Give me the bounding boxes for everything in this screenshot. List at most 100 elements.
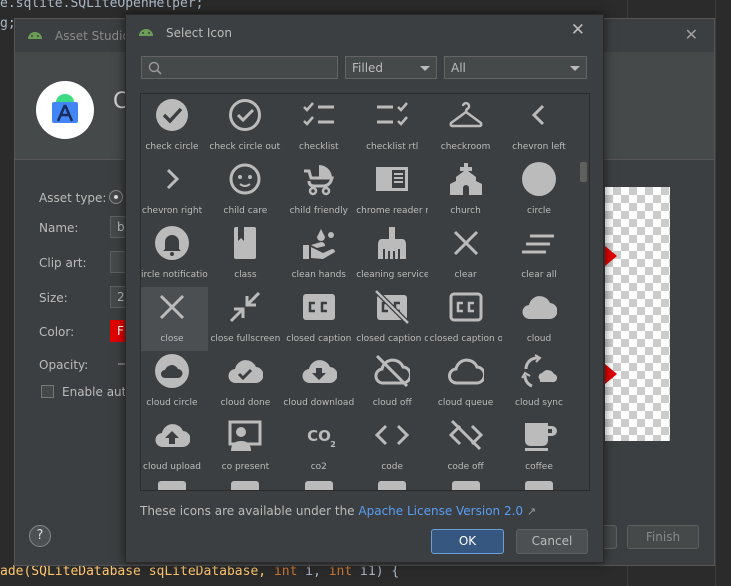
cancel-button[interactable]: Cancel bbox=[516, 529, 588, 554]
icon-cell-cloud-download[interactable]: cloud download bbox=[283, 351, 355, 415]
icon-cell-checklist-rtl[interactable]: checklist rtl bbox=[356, 95, 428, 159]
icon-cell-partial[interactable] bbox=[231, 481, 260, 490]
icon-cell-clear-all[interactable]: clear all bbox=[503, 223, 575, 287]
cloud-download-icon bbox=[302, 360, 337, 384]
icon-cell-partial[interactable] bbox=[525, 481, 553, 490]
icon-cell-class[interactable]: class bbox=[209, 223, 281, 287]
icon-cell-check-circle-outlin[interactable]: check circle outlin bbox=[209, 95, 281, 159]
android-icon bbox=[28, 32, 42, 39]
icon-cell-cloud-done[interactable]: cloud done bbox=[209, 351, 281, 415]
icon-cell-checkroom[interactable]: checkroom bbox=[430, 95, 502, 159]
icon-grid-scrollbar[interactable] bbox=[577, 94, 589, 490]
icon-cell-chrome-reader-m[interactable]: chrome reader m bbox=[356, 159, 428, 223]
icon-label: close fullscreen bbox=[210, 334, 281, 344]
icon-cell-child-care[interactable]: child care bbox=[209, 159, 281, 223]
icon-label: circle notifications bbox=[140, 270, 208, 280]
icon-label: cloud bbox=[526, 334, 552, 344]
icon-preview bbox=[605, 187, 670, 441]
circle-icon bbox=[522, 162, 556, 196]
icon-cell-church[interactable]: church bbox=[430, 159, 502, 223]
icon-cell-cloud-upload[interactable]: cloud upload bbox=[141, 415, 208, 479]
icon-cell-chevron-right[interactable]: chevron right bbox=[141, 159, 208, 223]
enable-auto-checkbox[interactable] bbox=[41, 385, 54, 398]
icon-cell-partial[interactable] bbox=[378, 481, 407, 490]
icon-cell-close-fullscreen[interactable]: close fullscreen bbox=[209, 287, 281, 351]
icon-label: clean hands bbox=[291, 270, 346, 280]
license-link[interactable]: Apache License Version 2.0 bbox=[358, 504, 523, 518]
close-icon bbox=[159, 294, 185, 320]
editor-line: e.sqlite.SQLiteOpenHelper; bbox=[0, 0, 204, 11]
icon-cell-cloud-off[interactable]: cloud off bbox=[356, 351, 428, 415]
icon-grid: check circle check circle outlin checklist… bbox=[140, 93, 590, 491]
icon-label: child friendly bbox=[289, 206, 348, 216]
circle-notifications-icon bbox=[155, 226, 189, 260]
icon-cell-cloud-sync[interactable]: cloud sync bbox=[503, 351, 575, 415]
icon-cell-co-present[interactable]: co present bbox=[209, 415, 281, 479]
icon-cell-checklist[interactable]: checklist bbox=[283, 95, 355, 159]
icon-label: cloud sync bbox=[515, 398, 563, 408]
icon-cell-cloud-queue[interactable]: cloud queue bbox=[430, 351, 502, 415]
icon-label: church bbox=[450, 206, 481, 216]
icon-search-input[interactable] bbox=[166, 59, 334, 76]
icon-cell-closed-caption-off[interactable]: closed caption off bbox=[430, 287, 502, 351]
preview-arrow bbox=[605, 246, 617, 266]
icon-cell-cloud-circle[interactable]: cloud circle bbox=[141, 351, 208, 415]
icon-cell-coffee[interactable]: coffee bbox=[503, 415, 575, 479]
icon-cell-cloud[interactable]: cloud bbox=[503, 287, 575, 351]
icon-cell-circle-notifications[interactable]: circle notifications bbox=[140, 223, 208, 287]
icon-cell-co2[interactable]: CO 2 co2 bbox=[283, 415, 355, 479]
icon-cell-partial[interactable] bbox=[158, 481, 186, 490]
church-icon bbox=[449, 163, 482, 195]
icon-cell-child-friendly[interactable]: child friendly bbox=[283, 159, 355, 223]
cloud-upload-icon bbox=[155, 424, 190, 448]
icon-label: chevron right bbox=[141, 206, 203, 216]
icon-label: cleaning services bbox=[356, 270, 429, 280]
cleaning-services-icon bbox=[378, 227, 407, 259]
icon-label: check circle bbox=[145, 142, 199, 152]
class-icon bbox=[234, 227, 257, 259]
icon-cell-code-off[interactable]: code off bbox=[430, 415, 502, 479]
icon-cell-closed-caption[interactable]: closed caption bbox=[283, 287, 355, 351]
code-text: i, bbox=[297, 564, 329, 579]
icon-label: code off bbox=[447, 462, 484, 472]
asset-type-radio[interactable] bbox=[109, 190, 123, 204]
icon-cell-partial[interactable] bbox=[304, 481, 333, 490]
icon-label: code bbox=[381, 462, 404, 472]
dialog-close-icon[interactable]: ✕ bbox=[571, 20, 585, 40]
check-circle-outline-icon bbox=[229, 99, 262, 131]
search-icon bbox=[148, 61, 162, 75]
android-icon bbox=[139, 29, 153, 36]
chevron-right-icon bbox=[166, 168, 180, 190]
check-circle-icon bbox=[156, 99, 188, 131]
category-combo[interactable]: All bbox=[444, 56, 587, 79]
icon-cell-clean-hands[interactable]: clean hands bbox=[283, 223, 355, 287]
ok-button[interactable]: OK bbox=[431, 529, 504, 554]
icon-cell-chevron-left[interactable]: chevron left bbox=[503, 95, 575, 159]
dialog-title: Select Icon bbox=[166, 26, 232, 40]
scrollbar-thumb[interactable] bbox=[580, 162, 587, 182]
icon-cell-circle[interactable]: circle bbox=[503, 159, 575, 223]
style-combo[interactable]: Filled bbox=[345, 56, 437, 79]
icon-cell-clear[interactable]: clear bbox=[430, 223, 502, 287]
help-button[interactable]: ? bbox=[29, 525, 51, 547]
icon-search-box[interactable] bbox=[141, 56, 338, 79]
icon-label: coffee bbox=[525, 462, 553, 472]
cloud-off-icon bbox=[374, 354, 411, 388]
icon-label: closed caption bbox=[286, 334, 352, 344]
icon-cell-cleaning-services[interactable]: cleaning services bbox=[356, 223, 428, 287]
icon-label: clear bbox=[454, 270, 477, 280]
enable-auto-label: Enable auto bbox=[62, 385, 134, 399]
preview-arrow bbox=[605, 364, 617, 384]
icon-label: cloud done bbox=[220, 398, 271, 408]
icon-cell-closed-caption-dis[interactable]: closed caption dis bbox=[356, 287, 428, 351]
asset-studio-close-icon[interactable]: ✕ bbox=[685, 25, 698, 44]
icon-cell-close[interactable]: close bbox=[141, 287, 208, 351]
icon-cell-partial[interactable] bbox=[451, 481, 480, 490]
svg-text:2: 2 bbox=[330, 440, 336, 449]
icon-cell-code[interactable]: code bbox=[356, 415, 428, 479]
finish-button[interactable]: Finish bbox=[627, 525, 699, 549]
close-fullscreen-icon bbox=[230, 291, 261, 323]
cloud-icon bbox=[522, 296, 557, 320]
asset-type-label: Asset type: bbox=[39, 191, 107, 205]
icon-cell-check-circle[interactable]: check circle bbox=[141, 95, 208, 159]
